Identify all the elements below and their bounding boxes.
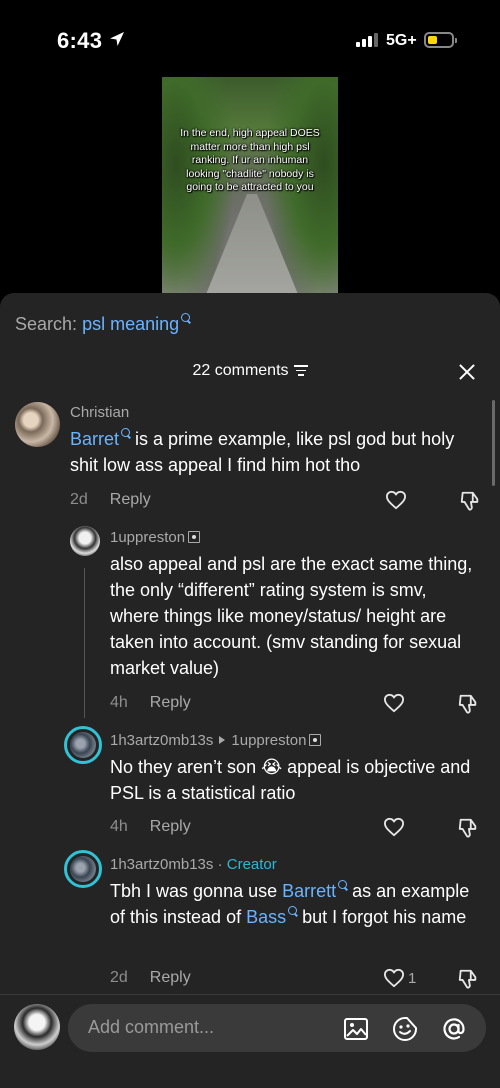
comment-text: Tbh I was gonna use Barrett as an exampl… xyxy=(110,880,470,927)
comment-username[interactable]: 1h3artz0mb13s 1uppreston xyxy=(110,732,322,749)
comment-meta: 2d Reply xyxy=(110,969,191,987)
comment-age: 2d xyxy=(110,969,128,986)
avatar[interactable] xyxy=(15,402,60,447)
comment-text: No they aren’t son 😭 appeal is objective… xyxy=(110,757,471,803)
comment-input[interactable]: Add comment... xyxy=(68,1004,486,1052)
image-icon[interactable] xyxy=(343,1016,369,1042)
search-icon xyxy=(288,906,298,915)
mention-link[interactable]: Barrett xyxy=(282,881,336,901)
creator-badge: Creator xyxy=(226,856,277,873)
reply-button[interactable]: Reply xyxy=(150,818,191,835)
avatar[interactable] xyxy=(70,526,100,556)
comment-placeholder: Add comment... xyxy=(88,1017,215,1037)
dislike-icon[interactable] xyxy=(459,490,481,512)
avatar[interactable] xyxy=(64,726,102,764)
emoji-icon[interactable] xyxy=(392,1016,418,1042)
comments-count: 22 comments xyxy=(0,362,500,380)
comment-meta: 2d Reply xyxy=(70,491,151,509)
scrollbar[interactable] xyxy=(492,400,495,486)
heart-icon[interactable] xyxy=(385,490,407,510)
status-time: 6:43 xyxy=(57,28,103,53)
mention-link[interactable]: Bass xyxy=(246,907,286,927)
reply-button[interactable]: Reply xyxy=(150,969,191,986)
comment-meta: 4h Reply xyxy=(110,818,191,836)
search-icon xyxy=(121,428,131,437)
comment-meta: 4h Reply xyxy=(110,694,191,712)
flag-icon xyxy=(309,734,322,746)
comment-age: 4h xyxy=(110,818,128,835)
heart-icon[interactable] xyxy=(383,817,405,837)
comment-age: 2d xyxy=(70,491,88,508)
reply-button[interactable]: Reply xyxy=(150,694,191,711)
location-arrow-icon xyxy=(110,32,124,46)
mention-link[interactable]: Barret xyxy=(70,429,119,449)
search-suggestion[interactable]: Search: psl meaning xyxy=(15,313,191,335)
heart-icon[interactable] xyxy=(383,968,405,988)
search-prefix: Search: xyxy=(15,314,78,334)
search-icon xyxy=(338,880,348,889)
user-avatar[interactable] xyxy=(14,1004,60,1050)
comment-username[interactable]: 1uppreston xyxy=(110,529,201,546)
mention-icon[interactable] xyxy=(441,1016,467,1042)
flag-icon xyxy=(188,531,201,543)
dislike-icon[interactable] xyxy=(457,817,479,839)
crying-emoji: 😭 xyxy=(261,757,283,777)
thread-line xyxy=(84,568,85,718)
filter-icon[interactable] xyxy=(293,365,308,376)
dislike-icon[interactable] xyxy=(457,968,479,990)
comments-count-label: 22 comments xyxy=(192,362,289,379)
network-label: 5G+ xyxy=(386,32,417,49)
comment-text: also appeal and psl are the exact same t… xyxy=(110,554,473,678)
comment-username[interactable]: 1h3artz0mb13s · Creator xyxy=(110,856,277,873)
signal-icon xyxy=(356,33,378,47)
reply-button[interactable]: Reply xyxy=(110,491,151,508)
video-caption: In the end, high appeal DOES matter more… xyxy=(180,127,320,194)
dislike-icon[interactable] xyxy=(457,693,479,715)
comment-username[interactable]: Christian xyxy=(70,404,129,421)
reply-to-username[interactable]: 1uppreston xyxy=(231,732,306,749)
like-count: 1 xyxy=(408,970,417,987)
video-thumbnail[interactable]: In the end, high appeal DOES matter more… xyxy=(162,77,338,294)
search-query[interactable]: psl meaning xyxy=(82,314,179,334)
battery-icon xyxy=(424,32,457,48)
composer-divider xyxy=(0,994,500,995)
status-bar: 6:43 5G+ xyxy=(0,0,500,80)
close-icon[interactable] xyxy=(456,362,478,384)
search-icon xyxy=(181,313,191,322)
avatar[interactable] xyxy=(64,850,102,888)
comment-age: 4h xyxy=(110,694,128,711)
heart-icon[interactable] xyxy=(383,693,405,713)
reply-arrow-icon xyxy=(219,736,226,744)
comment-text: Barret is a prime example, like psl god … xyxy=(70,428,455,475)
